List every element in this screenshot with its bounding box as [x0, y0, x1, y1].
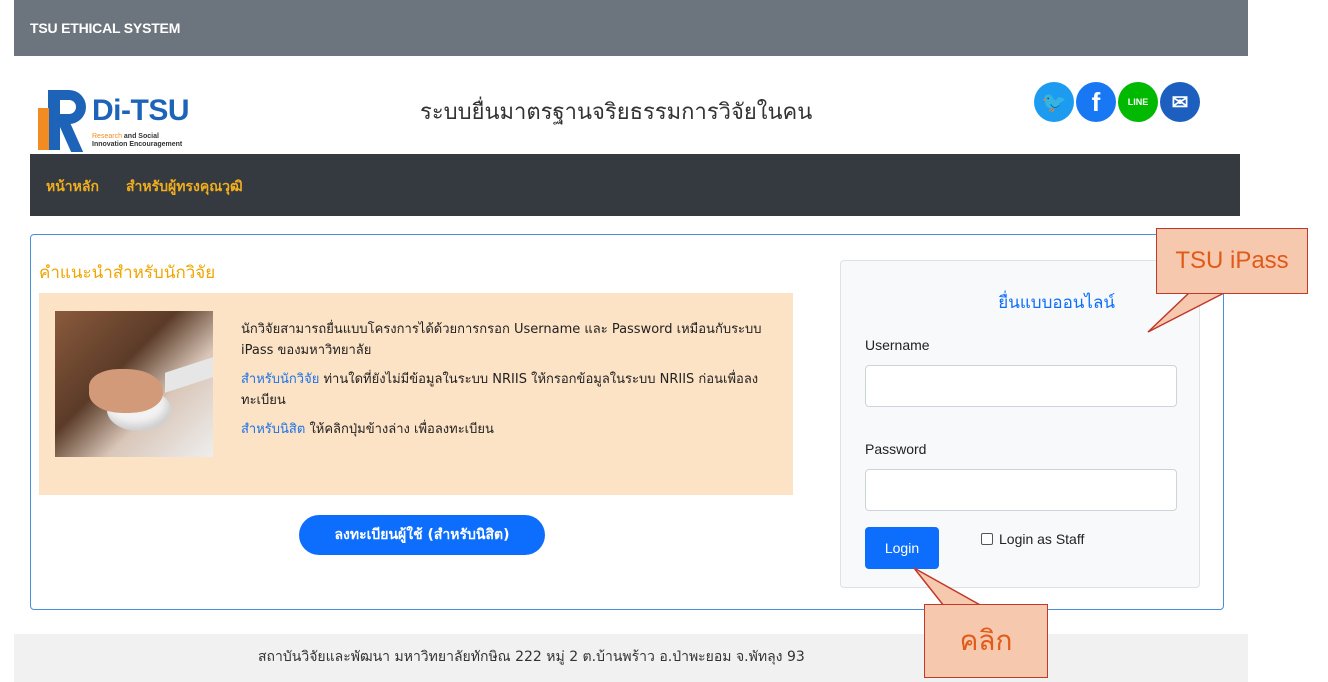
page-container: Di-TSU Research and Social Innovation En…	[14, 56, 1248, 682]
nav-experts[interactable]: สำหรับผู้ทรงคุณวุฒิ	[126, 176, 243, 198]
checkbox-icon[interactable]	[981, 533, 993, 545]
student-link[interactable]: สำหรับนิสิต	[241, 422, 305, 437]
logo-tagline: Research and Social Innovation Encourage…	[92, 133, 183, 148]
login-panel: ยื่นแบบออนไลน์ Username Password Login L…	[840, 260, 1200, 588]
username-label: Username	[865, 337, 930, 353]
system-name: TSU ETHICAL SYSTEM	[30, 20, 181, 36]
username-input[interactable]	[865, 365, 1177, 407]
register-student-button[interactable]: ลงทะเบียนผู้ใช้ (สำหรับนิสิต)	[299, 515, 545, 555]
social-links: 🐦 f LINE ✉	[1034, 82, 1234, 124]
guide-text: นักวิจัยสามารถยื่นแบบโครงการได้ด้วยการกร…	[241, 319, 781, 448]
nav-home[interactable]: หน้าหลัก	[46, 176, 99, 198]
login-button[interactable]: Login	[865, 527, 939, 569]
r-logo-mark	[34, 82, 86, 152]
line-icon[interactable]: LINE	[1118, 82, 1158, 122]
ipass-callout: TSU iPass	[1156, 228, 1308, 294]
twitter-icon[interactable]: 🐦	[1034, 82, 1074, 122]
site-title: ระบบยื่นมาตรฐานจริยธรรมการวิจัยในคน	[420, 100, 813, 125]
guide-panel: นักวิจัยสามารถยื่นแบบโครงการได้ด้วยการกร…	[39, 293, 793, 495]
top-bar: TSU ETHICAL SYSTEM	[14, 0, 1248, 56]
login-title: ยื่นแบบออนไลน์	[998, 293, 1115, 313]
login-as-staff-checkbox[interactable]: Login as Staff	[981, 531, 1084, 547]
di-tsu-logo[interactable]: Di-TSU Research and Social Innovation En…	[30, 76, 230, 156]
password-label: Password	[865, 441, 927, 457]
logo-name: Di-TSU	[92, 94, 189, 127]
password-input[interactable]	[865, 469, 1177, 511]
facebook-icon[interactable]: f	[1076, 82, 1116, 122]
footer-address: สถาบันวิจัยและพัฒนา มหาวิทยาลัยทักษิณ 22…	[258, 649, 805, 665]
site-header: Di-TSU Research and Social Innovation En…	[30, 64, 1230, 154]
login-as-staff-label: Login as Staff	[999, 531, 1085, 547]
footer: สถาบันวิจัยและพัฒนา มหาวิทยาลัยทักษิณ 22…	[14, 634, 1248, 682]
guide-paragraph-2: สำหรับนักวิจัย ท่านใดที่ยังไม่มีข้อมูลใน…	[241, 372, 759, 408]
guide-title: คำแนะนำสำหรับนักวิจัย	[39, 263, 216, 283]
researcher-photo	[55, 311, 213, 457]
guide-paragraph-1: นักวิจัยสามารถยื่นแบบโครงการได้ด้วยการกร…	[241, 322, 762, 358]
researcher-link[interactable]: สำหรับนักวิจัย	[241, 372, 319, 387]
click-callout: คลิก	[924, 604, 1048, 678]
guide-paragraph-3: สำหรับนิสิต ให้คลิกปุ่มข้างล่าง เพื่อลงท…	[241, 422, 494, 437]
main-nav: หน้าหลัก สำหรับผู้ทรงคุณวุฒิ	[30, 154, 1240, 216]
mail-icon[interactable]: ✉	[1160, 82, 1200, 122]
